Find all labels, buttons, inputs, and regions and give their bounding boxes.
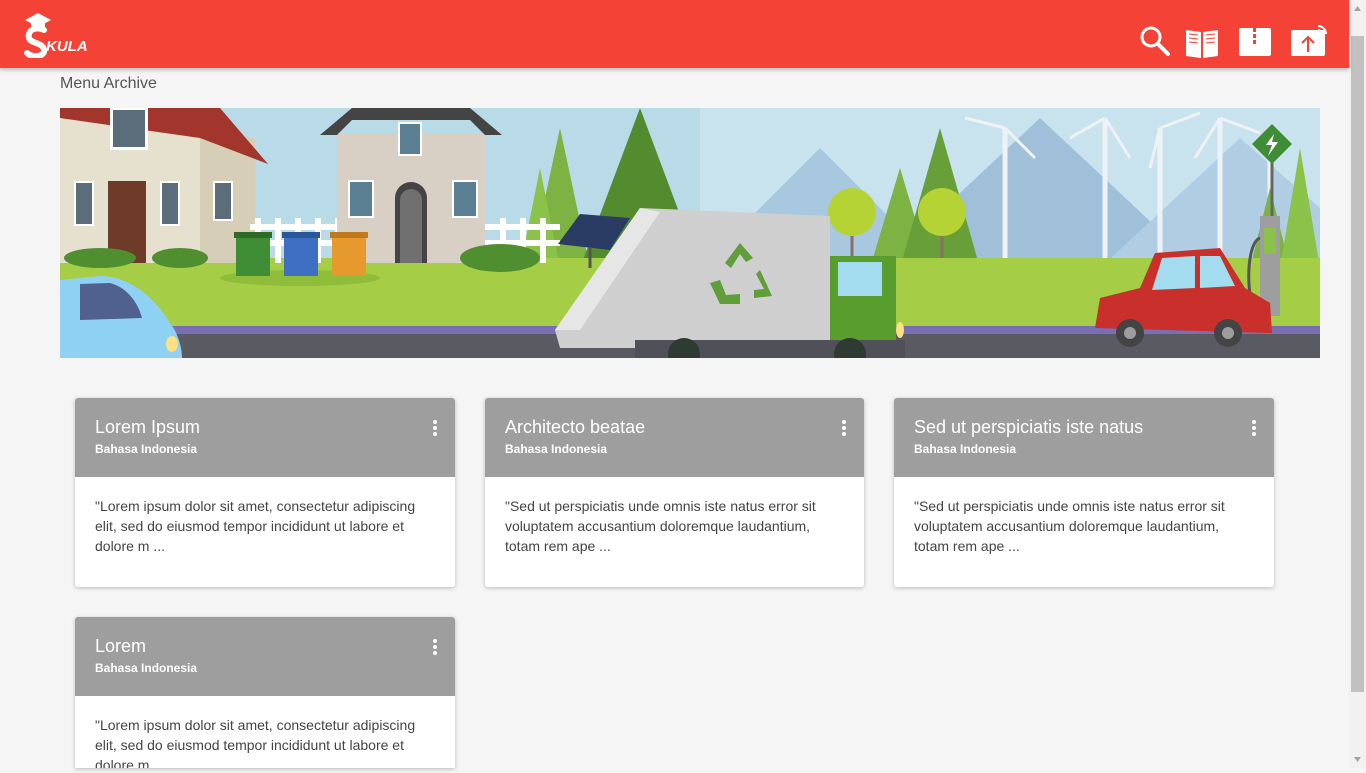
top-app-bar: KULA	[0, 0, 1349, 68]
card-title[interactable]: Architecto beatae	[505, 417, 645, 438]
banner-illustration	[60, 108, 1320, 358]
card-header: Architecto beatae Bahasa Indonesia	[485, 398, 864, 477]
page-title: Menu Archive	[60, 75, 157, 92]
scroll-down-arrow-icon[interactable]	[1349, 751, 1366, 768]
card-excerpt: "Sed ut perspiciatis unde omnis iste nat…	[505, 498, 816, 554]
card[interactable]: Lorem Bahasa Indonesia "Lorem ipsum dolo…	[75, 617, 455, 768]
archive-icon[interactable]	[1238, 24, 1274, 60]
card-excerpt: "Lorem ipsum dolor sit amet, consectetur…	[95, 498, 416, 554]
more-vert-icon[interactable]	[838, 419, 850, 437]
card-excerpt: "Sed ut perspiciatis unde omnis iste nat…	[914, 498, 1225, 554]
more-vert-icon[interactable]	[429, 638, 441, 656]
card-title[interactable]: Sed ut perspiciatis iste natus	[914, 417, 1143, 438]
vertical-scrollbar[interactable]	[1349, 0, 1366, 768]
card-header: Lorem Bahasa Indonesia	[75, 617, 455, 696]
card-title[interactable]: Lorem	[95, 636, 146, 657]
card-subtitle: Bahasa Indonesia	[95, 442, 198, 456]
book-icon[interactable]	[1184, 24, 1220, 60]
card[interactable]: Sed ut perspiciatis iste natus Bahasa In…	[894, 398, 1274, 587]
card-header: Sed ut perspiciatis iste natus Bahasa In…	[894, 398, 1274, 477]
card-subtitle: Bahasa Indonesia	[505, 442, 608, 456]
card[interactable]: Lorem Ipsum Bahasa Indonesia "Lorem ipsu…	[75, 398, 455, 587]
card[interactable]: Architecto beatae Bahasa Indonesia "Sed …	[485, 398, 864, 587]
scrollbar-thumb[interactable]	[1351, 36, 1364, 692]
card-subtitle: Bahasa Indonesia	[914, 442, 1017, 456]
more-vert-icon[interactable]	[429, 419, 441, 437]
card-header: Lorem Ipsum Bahasa Indonesia	[75, 398, 455, 477]
more-vert-icon[interactable]	[1248, 419, 1260, 437]
card-subtitle: Bahasa Indonesia	[95, 661, 198, 675]
card-title[interactable]: Lorem Ipsum	[95, 417, 200, 438]
search-icon[interactable]	[1138, 24, 1174, 60]
svg-text:KULA: KULA	[46, 38, 88, 55]
scroll-up-arrow-icon[interactable]	[1349, 0, 1366, 17]
skula-logo[interactable]: KULA	[22, 10, 88, 60]
upload-cloud-icon[interactable]	[1290, 24, 1327, 60]
card-excerpt: "Lorem ipsum dolor sit amet, consectetur…	[95, 717, 416, 768]
